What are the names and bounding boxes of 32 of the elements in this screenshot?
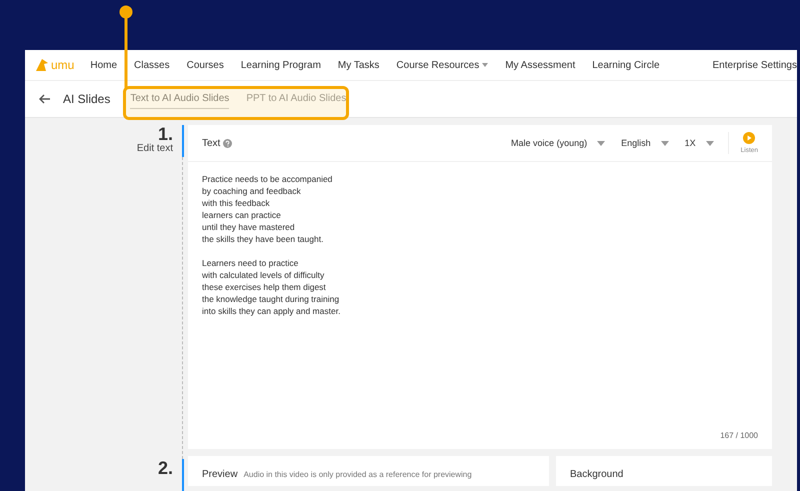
dropdown-select[interactable]: Male voice (young) [511,138,606,148]
character-count: 167 / 1000 [719,431,759,442]
step-number: 1. [156,125,173,143]
card-title: Text [202,138,220,148]
caret-icon [597,140,606,146]
nav-link[interactable]: My Tasks [338,60,380,71]
nav-link[interactable]: Learning Circle [592,60,660,71]
help-icon[interactable] [223,138,232,148]
text-input[interactable]: Practice needs to be accompanied by coaching and feedback with this feedback learners can practice until they have mastered the skills they have been taught. Learners need to practice with calculated levels of difficulty these exercises help them digest the knowledge taught during training into skills they can apply and master. [188,162,772,431]
preview-note: Audio in this video is only provided as a reference for previewing [244,469,472,479]
callout-pin-icon [119,5,133,88]
nav-link[interactable]: Home [90,60,118,71]
card-title: Background [570,469,624,480]
nav-link[interactable]: Learning Program [240,60,321,71]
caret-icon [482,63,488,68]
logo-icon [35,58,49,72]
dropdown-select[interactable]: English [621,138,669,148]
nav-link[interactable]: Courses [186,60,224,71]
dropdown-select[interactable]: 1X [684,138,714,148]
step-number: 2. [158,459,173,477]
page-title: AI Slides [63,92,110,106]
caret-icon [660,140,669,146]
step-label: Edit text [136,143,173,154]
caret-icon [706,140,714,146]
nav-link[interactable]: My Assessment [505,60,576,71]
back-arrow-icon[interactable] [39,94,51,104]
nav-link[interactable]: Enterprise Settings [712,60,797,71]
nav-link[interactable]: Course Resources [396,60,488,71]
logo-text: umu [51,58,74,72]
play-icon [743,132,756,144]
nav-link[interactable]: Classes [134,60,170,71]
card-title: Preview [202,469,238,480]
